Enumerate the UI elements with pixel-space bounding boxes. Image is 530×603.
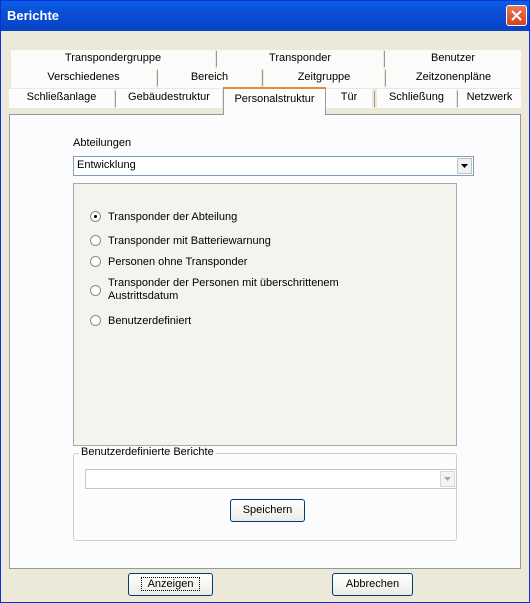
departments-dropdown[interactable]: Entwicklung (73, 156, 474, 176)
tab-transponder[interactable]: Transponder (217, 50, 383, 69)
tab-bereich[interactable]: Bereich (158, 69, 261, 88)
tab-schliessung[interactable]: Schließung (377, 89, 456, 108)
radio-label[interactable]: Transponder der Abteilung (108, 211, 237, 223)
chevron-down-icon[interactable] (440, 471, 455, 487)
cancel-button[interactable]: Abbrechen (332, 573, 413, 596)
tab-divider (385, 70, 386, 86)
radio-button[interactable] (90, 235, 101, 246)
tab-zeitgruppe[interactable]: Zeitgruppe (264, 69, 384, 88)
title-bar[interactable]: Berichte (1, 1, 529, 31)
tab-transpondergruppe[interactable]: Transpondergruppe (11, 50, 215, 69)
save-button[interactable]: Speichern (230, 499, 305, 522)
radio-label[interactable]: Personen ohne Transponder (108, 256, 247, 268)
close-icon (511, 10, 522, 21)
chevron-down-icon[interactable] (457, 158, 472, 174)
departments-value: Entwicklung (77, 159, 136, 171)
radio-button[interactable] (90, 211, 101, 222)
custom-reports-legend: Benutzerdefinierte Berichte (79, 446, 216, 458)
tab-tuer[interactable]: Tür (326, 89, 372, 108)
tab-personalstruktur[interactable]: Personalstruktur (223, 87, 326, 115)
tab-gebaeudestruktur[interactable]: Gebäudestruktur (116, 89, 222, 108)
show-button[interactable]: Anzeigen (128, 573, 213, 596)
tab-divider (262, 70, 263, 86)
tab-divider (374, 91, 375, 107)
custom-reports-group (73, 453, 457, 541)
show-button-label: Anzeigen (140, 577, 201, 591)
window-title: Berichte (7, 8, 60, 23)
tab-divider (157, 70, 158, 86)
tab-zeitzonenplaene[interactable]: Zeitzonenpläne (386, 69, 521, 88)
tab-divider (216, 51, 217, 67)
close-button[interactable] (506, 5, 527, 26)
radio-button[interactable] (90, 285, 101, 296)
tab-verschiedenes[interactable]: Verschiedenes (11, 69, 156, 88)
tab-divider (384, 51, 385, 67)
radio-label[interactable]: Transponder mit Batteriewarnung (108, 235, 271, 247)
radio-label-line1[interactable]: Transponder der Personen mit überschritt… (108, 277, 339, 289)
tab-netzwerk[interactable]: Netzwerk (458, 89, 521, 108)
custom-reports-dropdown[interactable] (85, 469, 457, 489)
tab-benutzer[interactable]: Benutzer (385, 50, 521, 69)
radio-label-line2[interactable]: Austrittsdatum (108, 290, 178, 302)
tab-divider (115, 91, 116, 107)
departments-label: Abteilungen (73, 137, 132, 149)
tab-divider (457, 91, 458, 107)
berichte-dialog: Berichte Transpondergruppe Transponder B… (0, 0, 530, 603)
tab-schliessanlage[interactable]: Schließanlage (9, 89, 114, 108)
radio-button[interactable] (90, 256, 101, 267)
radio-label[interactable]: Benutzerdefiniert (108, 315, 191, 327)
radio-button[interactable] (90, 315, 101, 326)
